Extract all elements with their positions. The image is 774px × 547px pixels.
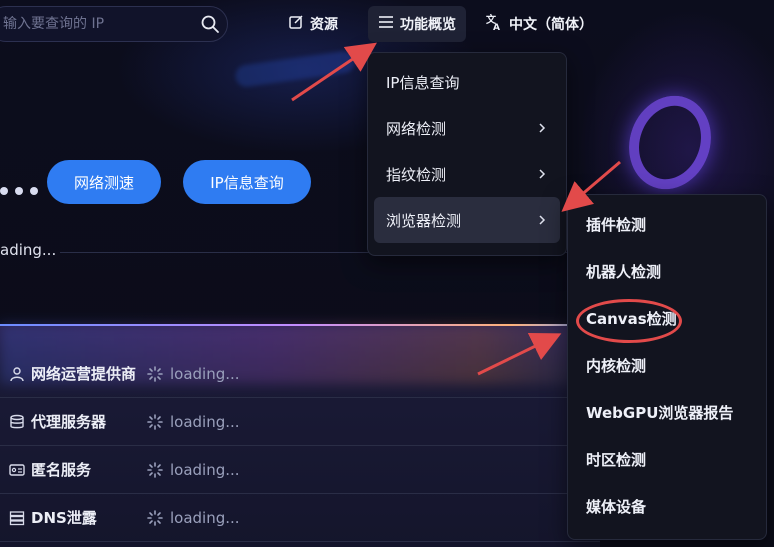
speed-test-button[interactable]: 网络测速 (47, 160, 161, 204)
menu-item-label: 网络检测 (386, 119, 447, 138)
submenu-item-plugin[interactable]: 插件检测 (574, 201, 760, 248)
user-icon (7, 364, 27, 384)
submenu-item-media[interactable]: 媒体设备 (574, 483, 760, 530)
menu-item-label: 指纹检测 (386, 165, 447, 184)
menu-item-fingerprint-check[interactable]: 指纹检测 (374, 151, 560, 197)
chevron-right-icon (539, 123, 546, 133)
spinner-icon (147, 365, 163, 382)
table-row: 网络运营提供商 loading... (0, 350, 600, 398)
edit-icon (288, 14, 304, 34)
nav-features[interactable]: 功能概览 (368, 6, 466, 42)
id-card-icon (7, 460, 27, 480)
row-value: loading... (170, 508, 240, 527)
submenu-item-bot[interactable]: 机器人检测 (574, 248, 760, 295)
nav-resources-label: 资源 (310, 17, 338, 33)
submenu-item-webgpu[interactable]: WebGPU浏览器报告 (574, 389, 760, 436)
menu-item-browser-check[interactable]: 浏览器检测 (374, 197, 560, 243)
menu-item-network-check[interactable]: 网络检测 (374, 105, 560, 151)
ip-query-button[interactable]: IP信息查询 (183, 160, 311, 204)
row-value: loading... (170, 364, 240, 383)
chevron-right-icon (539, 215, 546, 225)
panel-topline (0, 324, 600, 326)
translate-icon: 文A (485, 13, 503, 35)
spinner-icon (147, 509, 163, 526)
submenu-item-kernel[interactable]: 内核检测 (574, 342, 760, 389)
loading-text: ading... (0, 241, 57, 259)
language-switcher[interactable]: 文A 中文（简体） (475, 6, 603, 42)
row-label: 匿名服务 (31, 461, 92, 479)
svg-text:A: A (493, 23, 500, 31)
row-label: 网络运营提供商 (31, 365, 137, 383)
row-value: loading... (170, 460, 240, 479)
nav-features-label: 功能概览 (400, 17, 456, 33)
menu-icon (378, 14, 394, 34)
page: 资源 功能概览 文A 中文（简体） 网络测速 IP信息查询 ading... 网… (0, 0, 774, 547)
chevron-right-icon (539, 169, 546, 179)
submenu-item-canvas[interactable]: Canvas检测 (574, 295, 760, 342)
ip-search-box[interactable] (0, 6, 228, 42)
database-icon (7, 412, 27, 432)
spinner-icon (147, 413, 163, 430)
carousel-dots (0, 187, 38, 195)
server-icon (7, 508, 27, 528)
decorative-ring (616, 84, 724, 201)
table-row: 匿名服务 loading... (0, 446, 600, 494)
spinner-icon (147, 461, 163, 478)
nav-resources[interactable]: 资源 (278, 6, 348, 42)
menu-item-label: IP信息查询 (386, 73, 460, 92)
submenu-item-timezone[interactable]: 时区检测 (574, 436, 760, 483)
menu-item-ip-query[interactable]: IP信息查询 (374, 59, 560, 105)
menu-item-label: 浏览器检测 (386, 211, 462, 230)
browser-check-submenu: 插件检测 机器人检测 Canvas检测 内核检测 WebGPU浏览器报告 时区检… (567, 194, 767, 540)
search-input[interactable] (3, 16, 193, 32)
decorative-streak (234, 49, 356, 89)
table-row: 代理服务器 loading... (0, 398, 600, 446)
row-value: loading... (170, 412, 240, 431)
search-icon[interactable] (193, 7, 227, 41)
features-dropdown: IP信息查询 网络检测 指纹检测 浏览器检测 (367, 52, 567, 256)
table-row: DNS泄露 loading... (0, 494, 600, 542)
row-label: DNS泄露 (31, 509, 97, 527)
language-label: 中文（简体） (509, 17, 593, 33)
row-label: 代理服务器 (31, 413, 107, 431)
